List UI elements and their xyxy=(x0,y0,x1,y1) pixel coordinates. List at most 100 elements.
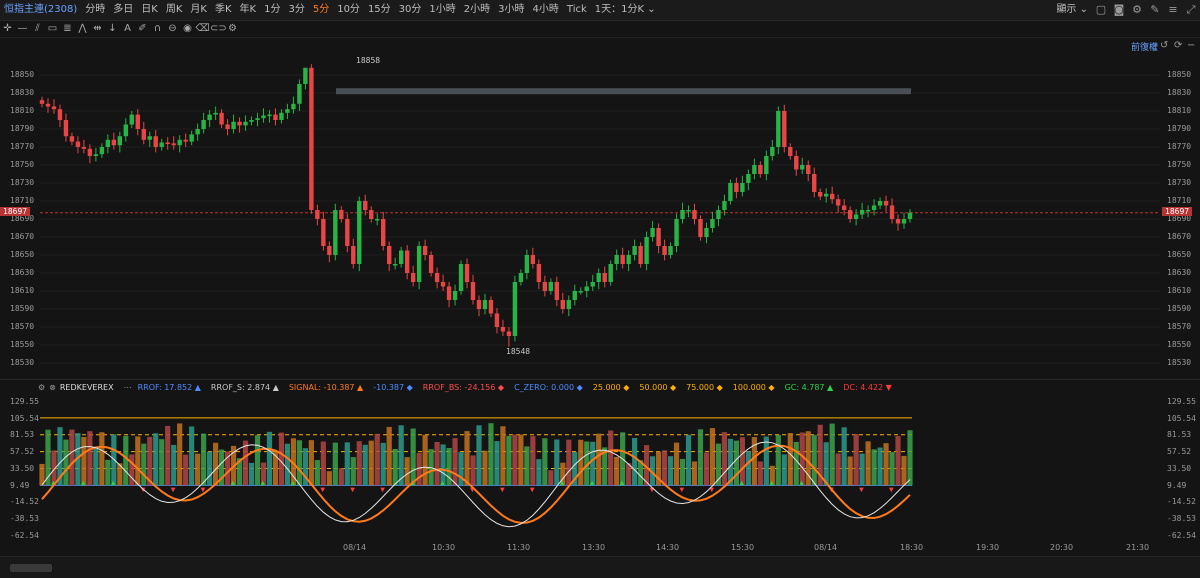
pen-icon[interactable]: ✎ xyxy=(1146,0,1164,20)
current-price-right: 18697 xyxy=(1162,207,1193,216)
tool-settings-icon[interactable]: ⚙ xyxy=(225,20,240,37)
candle-body xyxy=(458,264,464,291)
candle-body xyxy=(69,136,75,142)
histogram-bar xyxy=(841,427,847,486)
timeframe-9[interactable]: 5分 xyxy=(309,0,333,20)
candle-body xyxy=(81,147,87,149)
indicator-value-number: 2.874 ▲ xyxy=(244,382,279,392)
timeframe-13[interactable]: 1小時 xyxy=(425,0,459,20)
candle-body xyxy=(171,143,176,146)
signal-marker: ▲ xyxy=(260,479,265,486)
time-tick: 08/14 xyxy=(343,543,367,552)
histogram-bar xyxy=(314,460,320,486)
candle-body xyxy=(734,183,739,192)
candle-body xyxy=(464,264,470,282)
timeframe-15[interactable]: 3小時 xyxy=(494,0,528,20)
timeframe-14[interactable]: 2小時 xyxy=(460,0,494,20)
list-icon[interactable]: ≡ xyxy=(1164,0,1182,20)
display-menu[interactable]: 顯示 ⌄ xyxy=(1052,0,1092,20)
candle-body xyxy=(883,201,889,206)
timeframe-8[interactable]: 3分 xyxy=(284,0,308,20)
timeframe-16[interactable]: 4小時 xyxy=(529,0,563,20)
price-tick: 18730 xyxy=(1167,178,1192,187)
timeframe-10[interactable]: 10分 xyxy=(333,0,364,20)
histogram-bar xyxy=(667,456,674,486)
scroll-handle[interactable] xyxy=(10,564,52,572)
candle-body xyxy=(877,201,883,206)
camera-icon[interactable]: ◙ xyxy=(1110,0,1128,20)
line-tool-icon[interactable]: — xyxy=(15,20,30,37)
rect-tool-icon[interactable]: ▭ xyxy=(45,20,60,37)
link-icon[interactable]: ⊂⊃ xyxy=(210,20,227,37)
candle-body xyxy=(788,147,793,156)
indicator-menu-icon[interactable]: ⋯ xyxy=(124,383,132,392)
trash-icon[interactable]: ⌫ xyxy=(195,20,210,37)
indicator-value-number: 17.852 ▲ xyxy=(161,382,201,392)
candlestick-chart[interactable] xyxy=(0,38,1200,378)
price-tick: 18770 xyxy=(1167,142,1192,151)
indicator-tick: -14.52 xyxy=(1167,497,1196,507)
indicator-tick: 81.53 xyxy=(10,430,35,440)
histogram-bar xyxy=(350,457,356,486)
candle-body xyxy=(818,192,823,197)
candle-body xyxy=(87,148,93,156)
timeframe-4[interactable]: 月K xyxy=(186,0,211,20)
price-tick: 18710 xyxy=(10,196,35,205)
candle-body xyxy=(662,246,667,255)
eye-icon[interactable]: ◉ xyxy=(180,20,195,37)
expand-icon[interactable]: ⤢ xyxy=(1182,0,1200,20)
candle-body xyxy=(680,210,685,219)
timeframe-2[interactable]: 日K xyxy=(137,0,162,20)
lock-icon[interactable]: ⊖ xyxy=(165,20,180,37)
timeframe-12[interactable]: 30分 xyxy=(395,0,426,20)
measure-tool-icon[interactable]: ⇹ xyxy=(90,20,105,37)
histogram-bar xyxy=(673,442,680,486)
timeframe-6[interactable]: 年K xyxy=(236,0,261,20)
brush-tool-icon[interactable]: ✐ xyxy=(135,20,150,37)
indicator-chart[interactable]: ▲ ▲ ▲▼ ▼ ▼▲ ▲ ▲▼ ▼ ▼▲ ▲▼ ▼ ▼▲ ▲ ▲▼ ▼ ▼▲ ▲ ▲▼ ▼ ▼ xyxy=(0,394,1200,540)
timeframe-3[interactable]: 周K xyxy=(162,0,187,20)
candle-body xyxy=(219,112,224,125)
candle-body xyxy=(716,210,721,219)
price-tick: 18810 xyxy=(1167,106,1192,115)
settings-icon[interactable]: ⚙ xyxy=(1128,0,1146,20)
indicator-value: 100.000 ◆ xyxy=(733,383,775,392)
histogram-bar xyxy=(195,453,201,486)
timeframe-7[interactable]: 1分 xyxy=(260,0,284,20)
magnet-icon[interactable]: ∩ xyxy=(150,20,165,37)
timeframe-11[interactable]: 15分 xyxy=(364,0,395,20)
histogram-bar xyxy=(326,471,332,486)
indicator-value: DC: 4.422 ▼ xyxy=(843,383,892,392)
candle-body xyxy=(901,219,907,224)
timeframe-5[interactable]: 季K xyxy=(211,0,236,20)
histogram-bar xyxy=(548,470,554,486)
symbol-selector[interactable]: 恒指主連(2308) xyxy=(0,0,81,20)
arrow-tool-icon[interactable]: ↓ xyxy=(105,20,120,37)
timeframe-17[interactable]: Tick xyxy=(563,0,591,20)
fib-tool-icon[interactable]: ≣ xyxy=(60,20,75,37)
timeframe-18[interactable]: 1天：1分K ⌄ xyxy=(591,0,660,20)
timeframe-0[interactable]: 分時 xyxy=(81,0,109,20)
candle-body xyxy=(698,219,703,237)
histogram-bar xyxy=(596,433,602,486)
indicator-settings-icon[interactable]: ⚙ xyxy=(38,383,45,392)
indicator-close-icon[interactable]: ⊗ xyxy=(49,383,56,392)
price-tick: 18590 xyxy=(1167,304,1192,313)
channel-tool-icon[interactable]: ⫽ xyxy=(30,20,45,37)
scroll-bar[interactable] xyxy=(0,556,1200,578)
price-tick: 18530 xyxy=(10,358,35,367)
window-icon[interactable]: ▢ xyxy=(1092,0,1110,20)
signal-marker: ▼ xyxy=(500,486,505,493)
histogram-bar xyxy=(213,442,219,486)
pattern-tool-icon[interactable]: ⋀ xyxy=(75,20,90,37)
price-tick: 18570 xyxy=(10,322,35,331)
candle-body xyxy=(183,139,188,142)
text-tool-icon[interactable]: A xyxy=(120,20,135,37)
candle-body xyxy=(835,199,841,206)
candle-body xyxy=(63,120,69,137)
candle-body xyxy=(327,246,332,255)
candle-body xyxy=(225,124,230,129)
crosshair-icon[interactable]: ✛ xyxy=(0,20,15,37)
timeframe-1[interactable]: 多日 xyxy=(109,0,137,20)
indicator-name[interactable]: REDKEVEREX xyxy=(60,383,114,392)
